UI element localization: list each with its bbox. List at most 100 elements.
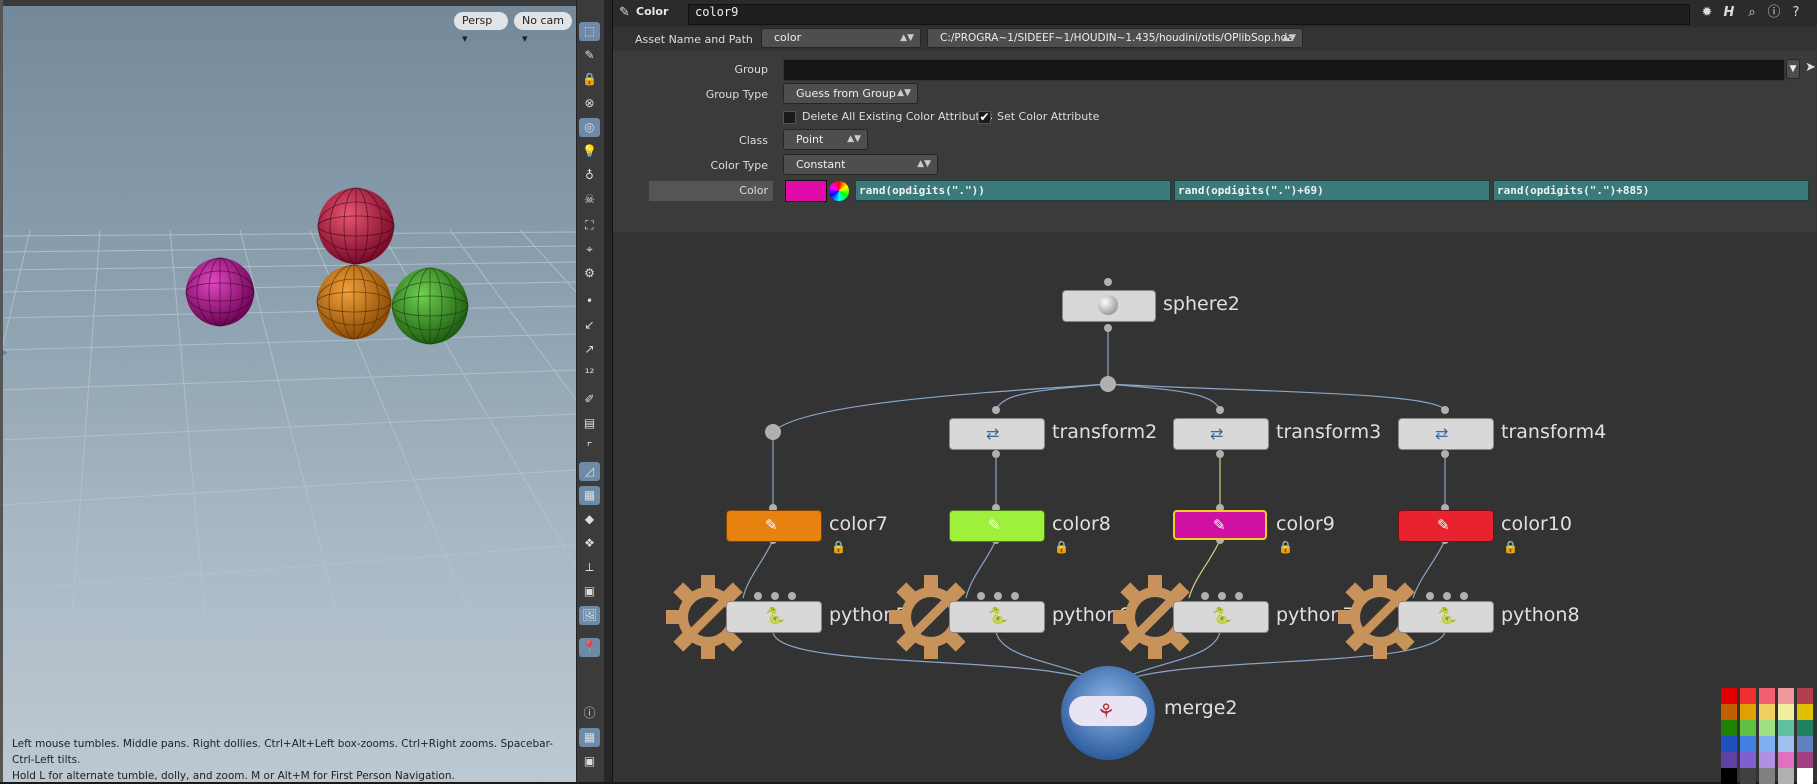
select-arrow-icon[interactable]: ➤ [1805, 60, 1816, 75]
python6-node[interactable]: 🐍 [949, 601, 1045, 633]
asset-name-menu[interactable]: color ▲▼ [761, 28, 921, 48]
paint-icon[interactable]: ▤ [579, 414, 600, 433]
snap-icon[interactable]: ⌖ [579, 240, 600, 259]
palette-swatch[interactable] [1778, 736, 1794, 752]
scene-viewport[interactable]: 5 Persp ▾ No cam ▾ Left mouse tumbles. M… [0, 0, 576, 782]
color-red-expression[interactable]: rand(opdigits(".")) [855, 180, 1171, 201]
color-blue-expression[interactable]: rand(opdigits(".")+885) [1493, 180, 1809, 201]
python7-node[interactable]: 🐍 [1173, 601, 1269, 633]
persp-menu[interactable]: Persp ▾ [454, 12, 508, 45]
set-color-label: Set Color Attribute [997, 110, 1100, 123]
lock-icon[interactable]: 🔒 [579, 70, 600, 89]
palette-swatch[interactable] [1740, 752, 1756, 768]
display-icon[interactable]: ◎ [579, 118, 600, 137]
info-icon[interactable]: ⓘ [579, 704, 600, 723]
camera-menu[interactable]: No cam ▾ [514, 12, 572, 45]
palette-swatch[interactable] [1759, 736, 1775, 752]
palette-swatch[interactable] [1797, 720, 1813, 736]
brush-icon[interactable]: ✐ [579, 390, 600, 409]
smooth-icon[interactable]: ◿ [579, 462, 600, 481]
search-icon[interactable]: ⌕ [1743, 4, 1761, 22]
palette-swatch[interactable] [1759, 752, 1775, 768]
pose-icon[interactable]: ✎ [579, 46, 600, 65]
transform3-node[interactable]: ⇄ [1173, 418, 1269, 450]
pin-icon[interactable]: 📍 [579, 638, 600, 657]
palette-swatch[interactable] [1778, 704, 1794, 720]
color-type-menu[interactable]: Constant ▲▼ [783, 154, 938, 175]
palette-swatch[interactable] [1797, 704, 1813, 720]
transform-icon[interactable]: ⚙ [579, 264, 600, 283]
shade-icon[interactable]: ◆ [579, 510, 600, 529]
delete-attributes-checkbox[interactable] [783, 111, 796, 124]
node-name-field[interactable] [688, 4, 1690, 25]
group-dropdown-icon[interactable]: ▼ [1786, 59, 1800, 79]
lock-icon: 🔒 [1054, 540, 1069, 554]
palette-swatch[interactable] [1797, 752, 1813, 768]
python5-node[interactable]: 🐍 [726, 601, 822, 633]
corner-icon[interactable]: ⌜ [579, 438, 600, 457]
palette-swatch[interactable] [1721, 752, 1737, 768]
color-swatch[interactable] [785, 180, 827, 202]
help-icon[interactable]: ? [1787, 4, 1805, 22]
ghost-icon[interactable]: ⊗ [579, 94, 600, 113]
palette-swatch[interactable] [1721, 704, 1737, 720]
python8-node[interactable]: 🐍 [1398, 601, 1494, 633]
set-color-checkbox[interactable]: ✔ [978, 111, 991, 124]
display-options-icon[interactable]: ▣ [579, 752, 600, 771]
palette-swatch[interactable] [1797, 736, 1813, 752]
class-menu[interactable]: Point ▲▼ [783, 129, 868, 150]
select-icon[interactable]: ⬚ [579, 22, 600, 41]
palette-swatch[interactable] [1778, 720, 1794, 736]
numbers-icon[interactable]: ¹² [579, 364, 600, 383]
group-icon[interactable]: ⛶ [579, 216, 600, 235]
group-input[interactable] [783, 59, 1785, 81]
palette-swatch[interactable] [1759, 704, 1775, 720]
node-color-palette[interactable] [1721, 688, 1817, 784]
image-icon[interactable]: 🖼 [579, 606, 600, 625]
palette-swatch[interactable] [1740, 720, 1756, 736]
axis-icon[interactable]: ⟂ [579, 558, 600, 577]
skeleton-icon[interactable]: ☠ [579, 190, 600, 209]
color8-node[interactable]: ✎ [949, 510, 1045, 542]
transform4-node[interactable]: ⇄ [1398, 418, 1494, 450]
palette-swatch[interactable] [1778, 752, 1794, 768]
transform2-node[interactable]: ⇄ [949, 418, 1045, 450]
palette-swatch[interactable] [1740, 736, 1756, 752]
palette-swatch[interactable] [1797, 688, 1813, 704]
layout-icon[interactable]: ▦ [579, 728, 600, 747]
color7-node[interactable]: ✎ [726, 510, 822, 542]
python8-label: python8 [1501, 604, 1580, 626]
palette-swatch[interactable] [1759, 688, 1775, 704]
palette-swatch[interactable] [1740, 704, 1756, 720]
palette-swatch[interactable] [1721, 736, 1737, 752]
uv-icon[interactable]: ❖ [579, 534, 600, 553]
texture-icon[interactable]: ▦ [579, 486, 600, 505]
headlight-icon[interactable]: ♁ [579, 166, 600, 185]
palette-swatch[interactable] [1721, 720, 1737, 736]
merge2-node[interactable]: ⚘ [1061, 666, 1155, 760]
color-green-expression[interactable]: rand(opdigits(".")+69) [1174, 180, 1490, 201]
group-type-menu[interactable]: Guess from Group ▲▼ [783, 83, 918, 104]
color9-node[interactable]: ✎ [1173, 510, 1267, 540]
color-wheel-icon[interactable] [829, 181, 849, 201]
cube-icon[interactable]: ▣ [579, 582, 600, 601]
sphere2-node[interactable] [1062, 290, 1156, 322]
normal-icon[interactable]: ↙ [579, 316, 600, 335]
palette-swatch[interactable] [1759, 720, 1775, 736]
lock-icon: 🔒 [1278, 540, 1293, 554]
info-icon[interactable]: ⓘ [1765, 4, 1783, 22]
gear-icon[interactable]: ✹ [1698, 4, 1716, 22]
light-icon[interactable]: 💡 [579, 142, 600, 161]
group-type-label: Group Type [705, 88, 768, 101]
asset-path-menu[interactable]: C:/PROGRA~1/SIDEEF~1/HOUDIN~1.435/houdin… [927, 28, 1303, 48]
palette-swatch[interactable] [1721, 688, 1737, 704]
network-editor[interactable]: sphere2 ⇄ transform2 ⇄ transform3 ⇄ tran… [613, 232, 1817, 784]
pane-divider[interactable] [604, 0, 613, 782]
point-icon[interactable]: • [579, 292, 600, 311]
transform-icon: ⇄ [1210, 424, 1224, 443]
vector-icon[interactable]: ↗ [579, 340, 600, 359]
palette-swatch[interactable] [1778, 688, 1794, 704]
palette-swatch[interactable] [1740, 688, 1756, 704]
color10-node[interactable]: ✎ [1398, 510, 1494, 542]
help-h-icon[interactable]: H [1720, 4, 1738, 22]
